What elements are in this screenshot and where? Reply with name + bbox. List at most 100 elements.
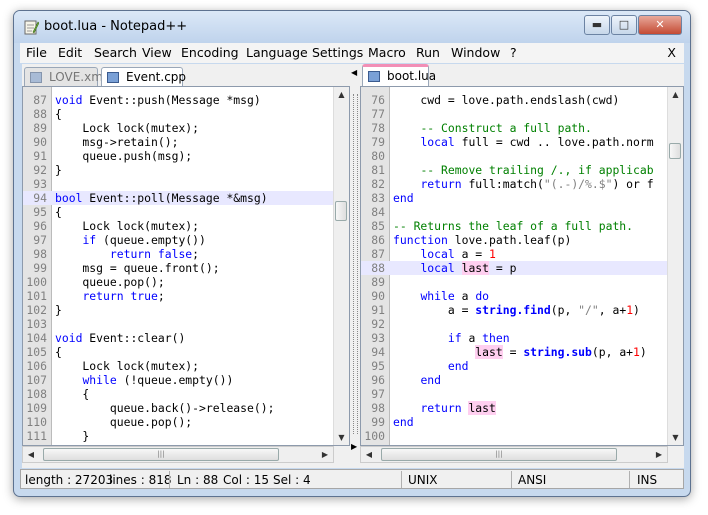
code-line[interactable]: 96 Lock lock(mutex);	[23, 219, 349, 233]
tab-love-xml[interactable]: LOVE.xml	[24, 67, 106, 86]
code-line[interactable]: 101 return true;	[23, 289, 349, 303]
code-line[interactable]: 97 if (queue.empty())	[23, 233, 349, 247]
menu-macro[interactable]: Macro	[368, 45, 406, 60]
line-number: 93	[371, 331, 385, 345]
line-number: 87	[371, 247, 385, 261]
arrow-right-icon[interactable]: ▶	[351, 442, 357, 451]
code-line[interactable]: 89	[361, 275, 683, 289]
code-line[interactable]: 91 a = string.find(p, "/", a+1)	[361, 303, 683, 317]
code-line[interactable]: 100	[361, 429, 683, 443]
menu-search[interactable]: Search	[94, 45, 137, 60]
code-line[interactable]: 109 queue.back()->release();	[23, 401, 349, 415]
code-line[interactable]: 94 last = string.sub(p, a+1)	[361, 345, 683, 359]
menu-language[interactable]: Language	[246, 45, 308, 60]
menu-help[interactable]: ?	[510, 45, 517, 60]
line-number: 88	[33, 107, 47, 121]
code-line[interactable]: 87 void Event::push(Message *msg)	[23, 93, 349, 107]
code-line[interactable]: 83 end	[361, 191, 683, 205]
code-line[interactable]: 93	[23, 177, 349, 191]
code-line[interactable]: 81 -- Remove trailing /., if applicab	[361, 163, 683, 177]
menu-settings[interactable]: Settings	[312, 45, 363, 60]
code-text: if a then	[447, 331, 510, 345]
code-line[interactable]: 87 local a = 1	[361, 247, 683, 261]
line-number: 92	[371, 317, 385, 331]
view-splitter[interactable]: ◀ ▶	[350, 64, 360, 468]
code-line[interactable]: 95 end	[361, 359, 683, 373]
left-editor[interactable]: 87 void Event::push(Message *msg) 88{89 Lo…	[22, 86, 350, 446]
code-line[interactable]: 108 {	[23, 387, 349, 401]
code-line[interactable]: 97	[361, 387, 683, 401]
code-line[interactable]: 95 {	[23, 205, 349, 219]
scroll-left-icon[interactable]: ◀	[23, 447, 39, 462]
tab-boot-lua[interactable]: boot.lua	[362, 64, 436, 86]
title-bar[interactable]: boot.lua - Notepad++ ▬ □ ✕	[14, 11, 690, 43]
hscroll-thumb[interactable]: |||	[381, 448, 617, 461]
vertical-scrollbar[interactable]: ▲ ▼	[667, 87, 683, 445]
code-line[interactable]: 90 msg->retain();	[23, 135, 349, 149]
code-line[interactable]: 99 msg = queue.front();	[23, 261, 349, 275]
line-number: 85	[371, 219, 385, 233]
code-line[interactable]: 106 Lock lock(mutex);	[23, 359, 349, 373]
code-line[interactable]: 98 return last	[361, 401, 683, 415]
code-line[interactable]: 78 -- Construct a full path.	[361, 121, 683, 135]
code-line[interactable]: 104 void Event::clear()	[23, 331, 349, 345]
code-line[interactable]: 96 end	[361, 373, 683, 387]
code-line[interactable]: 90 while a do	[361, 289, 683, 303]
vertical-scrollbar[interactable]: ▲ ▼	[333, 87, 349, 445]
scroll-down-icon[interactable]: ▼	[334, 430, 349, 445]
right-editor[interactable]: 76 cwd = love.path.endslash(cwd) 77 78 -- …	[360, 86, 684, 446]
code-line[interactable]: 88 local last = p	[361, 261, 683, 275]
code-line[interactable]: 84	[361, 205, 683, 219]
close-button[interactable]: ✕	[638, 15, 682, 35]
scroll-up-icon[interactable]: ▲	[334, 87, 349, 102]
close-document-button[interactable]: X	[667, 45, 676, 60]
code-line[interactable]: 91 queue.push(msg);	[23, 149, 349, 163]
minimize-button[interactable]: ▬	[584, 15, 610, 35]
code-line[interactable]: 98 return false;	[23, 247, 349, 261]
status-ln: Ln : 88	[177, 473, 219, 487]
code-line[interactable]: 92	[361, 317, 683, 331]
code-line[interactable]: 79 local full = cwd .. love.path.norm	[361, 135, 683, 149]
left-view: LOVE.xml Event.cpp 87 void Event::push(Me…	[22, 64, 350, 468]
code-line[interactable]: 100 queue.pop();	[23, 275, 349, 289]
code-line[interactable]: 105 {	[23, 345, 349, 359]
code-line[interactable]: 80	[361, 149, 683, 163]
scroll-down-icon[interactable]: ▼	[668, 430, 683, 445]
menu-run[interactable]: Run	[416, 45, 440, 60]
menu-file[interactable]: File	[26, 45, 47, 60]
scroll-right-icon[interactable]: ▶	[317, 447, 333, 462]
code-line[interactable]: 77	[361, 107, 683, 121]
scroll-right-icon[interactable]: ▶	[651, 447, 667, 462]
menu-edit[interactable]: Edit	[58, 45, 82, 60]
code-line[interactable]: 85 -- Returns the leaf of a full path.	[361, 219, 683, 233]
code-line[interactable]: 93 if a then	[361, 331, 683, 345]
code-line[interactable]: 94 bool Event::poll(Message *&msg)	[23, 191, 349, 205]
code-line[interactable]: 82 return full:match("(.-)/%.$") or f	[361, 177, 683, 191]
menu-window[interactable]: Window	[451, 45, 500, 60]
menu-view[interactable]: View	[142, 45, 172, 60]
scroll-thumb[interactable]	[335, 201, 347, 221]
horizontal-scrollbar[interactable]: ◀ ||| ▶	[22, 446, 334, 463]
scroll-thumb[interactable]	[669, 143, 681, 159]
hscroll-thumb[interactable]: |||	[43, 448, 279, 461]
code-line[interactable]: 103	[23, 317, 349, 331]
status-separator	[169, 471, 170, 488]
arrow-left-icon[interactable]: ◀	[351, 68, 357, 77]
tab-event-cpp[interactable]: Event.cpp	[101, 67, 186, 86]
scroll-up-icon[interactable]: ▲	[668, 87, 683, 102]
code-line[interactable]: 99 end	[361, 415, 683, 429]
code-line[interactable]: 88 {	[23, 107, 349, 121]
maximize-button[interactable]: □	[611, 15, 637, 35]
code-line[interactable]: 92}	[23, 163, 349, 177]
code-line[interactable]: 76 cwd = love.path.endslash(cwd)	[361, 93, 683, 107]
scroll-left-icon[interactable]: ◀	[361, 447, 377, 462]
code-line[interactable]: 107 while (!queue.empty())	[23, 373, 349, 387]
code-line[interactable]: 102}	[23, 303, 349, 317]
menu-encoding[interactable]: Encoding	[181, 45, 239, 60]
code-line[interactable]: 89 Lock lock(mutex);	[23, 121, 349, 135]
code-line[interactable]: 86 function love.path.leaf(p)	[361, 233, 683, 247]
line-number: 89	[33, 121, 47, 135]
code-line[interactable]: 111 }	[23, 429, 349, 443]
code-line[interactable]: 110 queue.pop();	[23, 415, 349, 429]
horizontal-scrollbar[interactable]: ◀ ||| ▶	[360, 446, 668, 463]
